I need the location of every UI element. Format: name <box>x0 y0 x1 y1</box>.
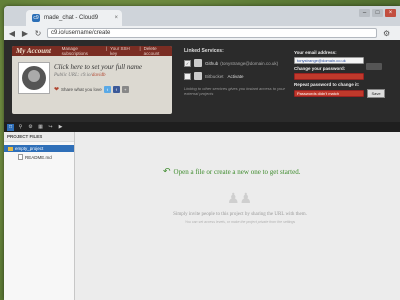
github-detail: (tonystrange@domain.co.uk) <box>220 60 279 66</box>
tab-close-icon[interactable]: × <box>114 15 118 21</box>
delete-account-link[interactable]: Delete account <box>144 46 172 56</box>
github-icon <box>194 59 202 67</box>
account-card: My Account Manage subscriptions | Your S… <box>12 46 172 114</box>
repeat-password-label: Repeat password to change it: <box>294 82 360 87</box>
maximize-button[interactable]: □ <box>372 9 383 17</box>
address-bar[interactable]: c9.io/username/create <box>47 28 377 38</box>
minimize-button[interactable]: – <box>359 9 370 17</box>
public-url-prefix: Public URL: c9.io/ <box>54 73 92 78</box>
account-settings-panel: My Account Manage subscriptions | Your S… <box>4 40 400 122</box>
curved-arrow-icon: ↶ <box>163 166 171 176</box>
account-links: Manage subscriptions | Your SSH key | De… <box>62 46 172 56</box>
linked-services-note: Linking to other services gives you inst… <box>184 86 285 96</box>
ide-toolbar: □ ⚲ ⚙ ▦ ↪ ▶ <box>4 122 400 132</box>
reload-icon[interactable]: ↻ <box>33 28 43 38</box>
file-name: README.md <box>25 154 52 160</box>
repeat-password-field[interactable]: Passwords didn't match <box>294 90 364 97</box>
project-files-tool-icon[interactable]: □ <box>7 123 14 131</box>
editor-area: ↶ Open a file or create a new one to get… <box>75 132 400 300</box>
run-tool-icon[interactable]: ▶ <box>57 124 64 131</box>
forward-arrow-icon[interactable]: ▶ <box>20 28 30 38</box>
share-tool-icon[interactable]: ↪ <box>47 124 54 131</box>
terminal-tool-icon[interactable]: ▦ <box>37 124 44 131</box>
service-github: ✓ Github (tonystrange@domain.co.uk) <box>184 59 290 67</box>
folder-icon <box>8 146 13 151</box>
cloud9-favicon-icon: c9 <box>32 14 40 22</box>
public-url: Public URL: c9.io/davidb <box>54 73 106 78</box>
close-window-button[interactable]: × <box>385 9 396 17</box>
bitbucket-checkbox[interactable] <box>184 72 191 80</box>
save-password-button[interactable]: Save <box>367 89 385 98</box>
share-icon[interactable]: + <box>121 86 129 93</box>
heart-icon: ❤ <box>54 87 60 93</box>
ssh-key-link[interactable]: Your SSH key <box>110 46 136 56</box>
email-settings: Your email address: tonystrange@domain.c… <box>294 48 394 98</box>
twitter-icon[interactable]: t <box>103 86 111 93</box>
email-label: Your email address: <box>294 50 337 55</box>
email-field[interactable]: tonystrange@domain.co.uk <box>294 57 364 64</box>
github-name: Github <box>205 60 219 66</box>
browser-toolbar: ◀ ▶ ↻ c9.io/username/create ⚙ <box>4 26 400 40</box>
public-url-user[interactable]: davidb <box>92 73 106 78</box>
manage-subscriptions-link[interactable]: Manage subscriptions <box>62 46 103 56</box>
file-icon <box>18 154 23 160</box>
open-file-hint: ↶ Open a file or create a new one to get… <box>163 166 300 177</box>
project-files-sidebar: PROJECT FILES empty_project README.md <box>4 132 75 300</box>
service-bitbucket: Bitbucket Activate <box>184 72 290 80</box>
file-item-readme[interactable]: README.md <box>4 154 74 160</box>
user-silhouette-icon <box>22 66 46 90</box>
linked-services-title: Linked Services: <box>184 48 224 54</box>
share-row: ❤ Share what you love t f + <box>54 86 129 93</box>
open-file-hint-text: Open a file or create a new one to get s… <box>173 167 301 176</box>
account-title: My Account <box>16 47 51 55</box>
settings-tool-icon[interactable]: ⚙ <box>27 124 34 131</box>
avatar[interactable] <box>18 62 50 94</box>
github-checkbox[interactable]: ✓ <box>184 59 191 67</box>
project-name: empty_project <box>15 146 44 151</box>
wrench-menu-icon[interactable]: ⚙ <box>383 29 390 38</box>
tab-strip: c9 made_chat - Cloud9 × – □ × <box>4 6 400 26</box>
linked-services: Linked Services: ✓ Github (tonystrange@d… <box>184 48 290 96</box>
project-files-title: PROJECT FILES <box>4 132 74 142</box>
save-email-button[interactable] <box>366 63 382 70</box>
bitbucket-icon <box>194 72 202 80</box>
repeat-password-row: Passwords didn't match Save <box>294 89 394 98</box>
tab-title: made_chat - Cloud9 <box>44 15 99 21</box>
facebook-icon[interactable]: f <box>112 86 120 93</box>
invite-subtext: You can set access levels, or make the p… <box>184 220 296 224</box>
people-icon: ♟♟ <box>227 190 253 206</box>
browser-window: c9 made_chat - Cloud9 × – □ × ◀ ▶ ↻ c9.i… <box>4 6 400 300</box>
back-arrow-icon[interactable]: ◀ <box>7 28 17 38</box>
window-controls: – □ × <box>359 9 396 17</box>
account-card-header: My Account Manage subscriptions | Your S… <box>12 46 172 56</box>
browser-tab[interactable]: c9 made_chat - Cloud9 × <box>26 10 122 26</box>
project-root-item[interactable]: empty_project <box>4 145 74 152</box>
full-name-field[interactable]: Click here to set your full name <box>54 63 142 71</box>
bitbucket-name: Bitbucket <box>205 73 224 79</box>
share-label: Share what you love <box>61 87 102 92</box>
search-tool-icon[interactable]: ⚲ <box>17 124 24 131</box>
new-password-field[interactable] <box>294 73 364 80</box>
activate-bitbucket-link[interactable]: Activate <box>228 74 244 79</box>
invite-text: Simply invite people to this project by … <box>173 212 307 217</box>
